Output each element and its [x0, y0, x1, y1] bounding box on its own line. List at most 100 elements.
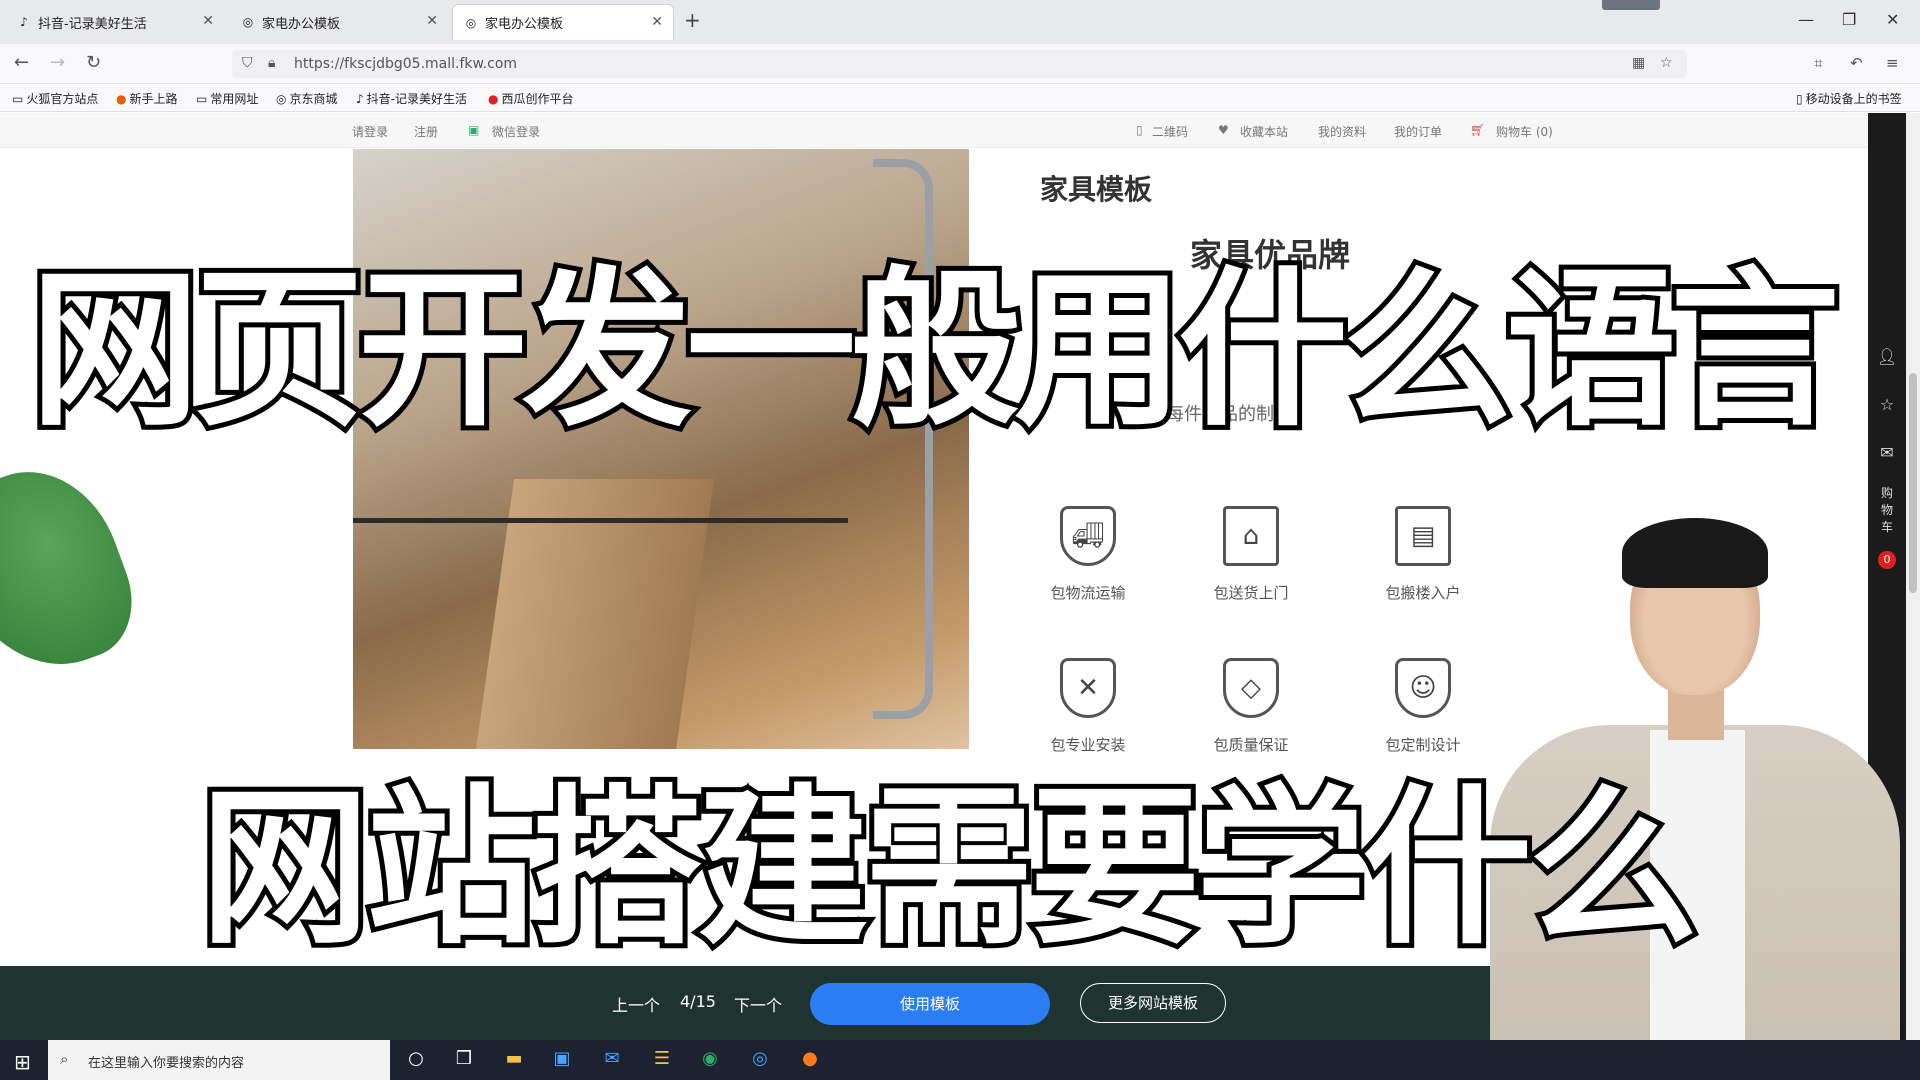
firefox-icon: ●	[116, 91, 127, 106]
star-icon[interactable]: ☆	[1868, 395, 1906, 414]
caption-top: 网页开发一般用什么语言	[25, 247, 1845, 455]
sidebar-cart-label[interactable]: 购物车	[1868, 485, 1906, 536]
task-view-icon[interactable]: ❒	[450, 1048, 478, 1072]
store-icon[interactable]: ▣	[548, 1048, 576, 1072]
phone-icon: ▯	[1136, 123, 1143, 137]
notes-icon[interactable]: ☰	[648, 1048, 676, 1072]
design-shield-icon: ☺	[1395, 658, 1451, 718]
message-icon[interactable]: ✉	[1868, 443, 1906, 462]
close-icon[interactable]: ✕	[202, 13, 214, 29]
douyin-icon: ♪	[356, 91, 364, 106]
xigua-icon: ●	[488, 91, 499, 106]
site-topbar: 请登录 注册 ▣ 微信登录 ▯ 二维码 ♥ 收藏本站 我的资料 我的订单 🛒︎ …	[0, 113, 1868, 148]
window-drag-handle[interactable]	[1602, 0, 1660, 10]
close-icon[interactable]: ✕	[651, 14, 663, 30]
bookmarks-bar: ▭ 火狐官方站点 ● 新手上路 ▭ 常用网址 ◎ 京东商城 ♪ 抖音-记录美好生活 ● 西瓜…	[0, 84, 1920, 112]
leaf-decoration	[0, 448, 150, 692]
next-button[interactable]: 下一个	[734, 992, 782, 1016]
search-icon: ⌕	[60, 1050, 69, 1068]
firefox-icon[interactable]: ●	[796, 1048, 824, 1072]
undo-icon[interactable]: ↶	[1850, 54, 1863, 72]
prev-button[interactable]: 上一个	[612, 992, 660, 1016]
bookmark-douyin[interactable]: ♪ 抖音-记录美好生活	[356, 90, 467, 107]
tab-title: 家电办公模板	[262, 16, 341, 32]
qrcode-link[interactable]: 二维码	[1152, 123, 1188, 140]
mail-icon[interactable]: ✉	[598, 1048, 626, 1072]
windows-start-icon[interactable]: ⊞	[14, 1050, 31, 1074]
page-scrollbar[interactable]	[1906, 113, 1920, 1040]
favorite-link[interactable]: 收藏本站	[1240, 123, 1288, 140]
browser-app-icon[interactable]: ◎	[746, 1048, 774, 1072]
cart-icon: 🛒︎	[1470, 123, 1486, 137]
wechat-icon[interactable]: ◉	[696, 1048, 724, 1072]
building-icon: ▤	[1395, 506, 1451, 566]
bookmark-xigua[interactable]: ● 西瓜创作平台	[488, 90, 574, 107]
close-window-icon[interactable]: ✕	[1886, 10, 1899, 29]
house-delivery-icon: ⌂	[1223, 506, 1279, 566]
user-icon[interactable]: 👤︎	[1868, 347, 1906, 366]
cart-link[interactable]: 购物车 (0)	[1496, 123, 1553, 140]
tab-title: 家电办公模板	[485, 17, 564, 32]
more-templates-button[interactable]: 更多网站模板	[1080, 983, 1226, 1023]
phone-icon: ▯	[1796, 91, 1803, 106]
douyin-icon: ♪	[20, 15, 28, 29]
bookmark-firefox[interactable]: ▭ 火狐官方站点	[12, 90, 98, 107]
search-placeholder: 在这里输入你要搜索的内容	[88, 1056, 245, 1071]
wechat-login-link[interactable]: 微信登录	[492, 123, 540, 140]
service-upstairs: ▤ 包搬楼入户	[1353, 506, 1493, 603]
service-logistics: 🚚︎ 包物流运输	[1018, 506, 1158, 603]
windows-taskbar: ⊞ ⌕ 在这里输入你要搜索的内容 ○ ❒ ▬ ▣ ✉ ☰ ◉ ◎ ●	[0, 1040, 1920, 1080]
service-delivery: ⌂ 包送货上门	[1181, 506, 1321, 603]
heart-icon: ♥	[1218, 123, 1229, 137]
new-tab-icon[interactable]: +	[684, 8, 701, 32]
shield-icon[interactable]: ⛉	[242, 55, 253, 71]
tab-template-1[interactable]: ◎ 家电办公模板 ✕	[230, 4, 448, 40]
tab-title: 抖音-记录美好生活	[38, 16, 147, 32]
back-icon[interactable]: ←	[14, 52, 29, 73]
truck-shield-icon: 🚚︎	[1060, 506, 1116, 566]
lock-icon[interactable]: 🔒︎	[268, 55, 275, 71]
presenter-hair	[1622, 518, 1768, 588]
star-icon[interactable]: ☆	[1660, 55, 1673, 71]
register-link[interactable]: 注册	[414, 123, 438, 140]
login-link[interactable]: 请登录	[352, 123, 388, 140]
menu-icon[interactable]: ≡	[1886, 54, 1899, 72]
url-bar[interactable]: ⛉ 🔒︎ https://fkscjdbg05.mall.fkw.com ▦ ☆	[232, 50, 1687, 78]
profile-link[interactable]: 我的资料	[1318, 123, 1366, 140]
qrcode-icon[interactable]: ▦	[1632, 55, 1645, 71]
orders-link[interactable]: 我的订单	[1394, 123, 1442, 140]
screenshot-icon[interactable]: ⌗	[1814, 54, 1822, 72]
bookmark-jd[interactable]: ◎ 京东商城	[276, 90, 338, 107]
tab-douyin[interactable]: ♪ 抖音-记录美好生活 ✕	[6, 4, 224, 40]
close-icon[interactable]: ✕	[426, 13, 438, 29]
scroll-thumb[interactable]	[1909, 373, 1917, 593]
globe-icon: ◎	[242, 15, 254, 29]
file-explorer-icon[interactable]: ▬	[500, 1048, 528, 1072]
wechat-icon: ▣	[468, 123, 480, 137]
tab-template-2[interactable]: ◎ 家电办公模板 ✕	[452, 4, 674, 40]
section-title: 家具模板	[1040, 173, 1153, 206]
screen: ♪ 抖音-记录美好生活 ✕ ◎ 家电办公模板 ✕ ◎ 家电办公模板 ✕ + — …	[0, 0, 1920, 1080]
taskbar-search[interactable]: ⌕ 在这里输入你要搜索的内容	[48, 1040, 390, 1080]
caption-bottom: 网站搭建需要学什么	[195, 765, 1703, 973]
minimize-icon[interactable]: —	[1798, 10, 1814, 29]
globe-icon: ◎	[276, 91, 287, 106]
browser-tab-bar: ♪ 抖音-记录美好生活 ✕ ◎ 家电办公模板 ✕ ◎ 家电办公模板 ✕ + — …	[0, 0, 1920, 44]
folder-icon: ▭	[12, 91, 24, 106]
folder-icon: ▭	[196, 91, 208, 106]
saw-blade	[353, 518, 848, 523]
browser-nav-bar: ← → ↻ ⛉ 🔒︎ https://fkscjdbg05.mall.fkw.c…	[0, 44, 1920, 84]
restore-icon[interactable]: ❐	[1842, 10, 1856, 29]
reload-icon[interactable]: ↻	[86, 52, 101, 73]
bookmark-mobile[interactable]: ▯ 移动设备上的书签	[1796, 90, 1902, 107]
cortana-icon[interactable]: ○	[402, 1048, 430, 1072]
diamond-shield-icon: ◇	[1223, 658, 1279, 718]
forward-icon[interactable]: →	[50, 52, 65, 73]
use-template-button[interactable]: 使用模板	[810, 983, 1050, 1025]
tools-shield-icon: ✕	[1060, 658, 1116, 718]
page-indicator: 4/15	[680, 992, 716, 1011]
bookmark-common[interactable]: ▭ 常用网址	[196, 90, 258, 107]
url-text[interactable]: https://fkscjdbg05.mall.fkw.com	[294, 56, 517, 72]
globe-icon: ◎	[465, 15, 477, 30]
bookmark-newbie[interactable]: ● 新手上路	[116, 90, 178, 107]
